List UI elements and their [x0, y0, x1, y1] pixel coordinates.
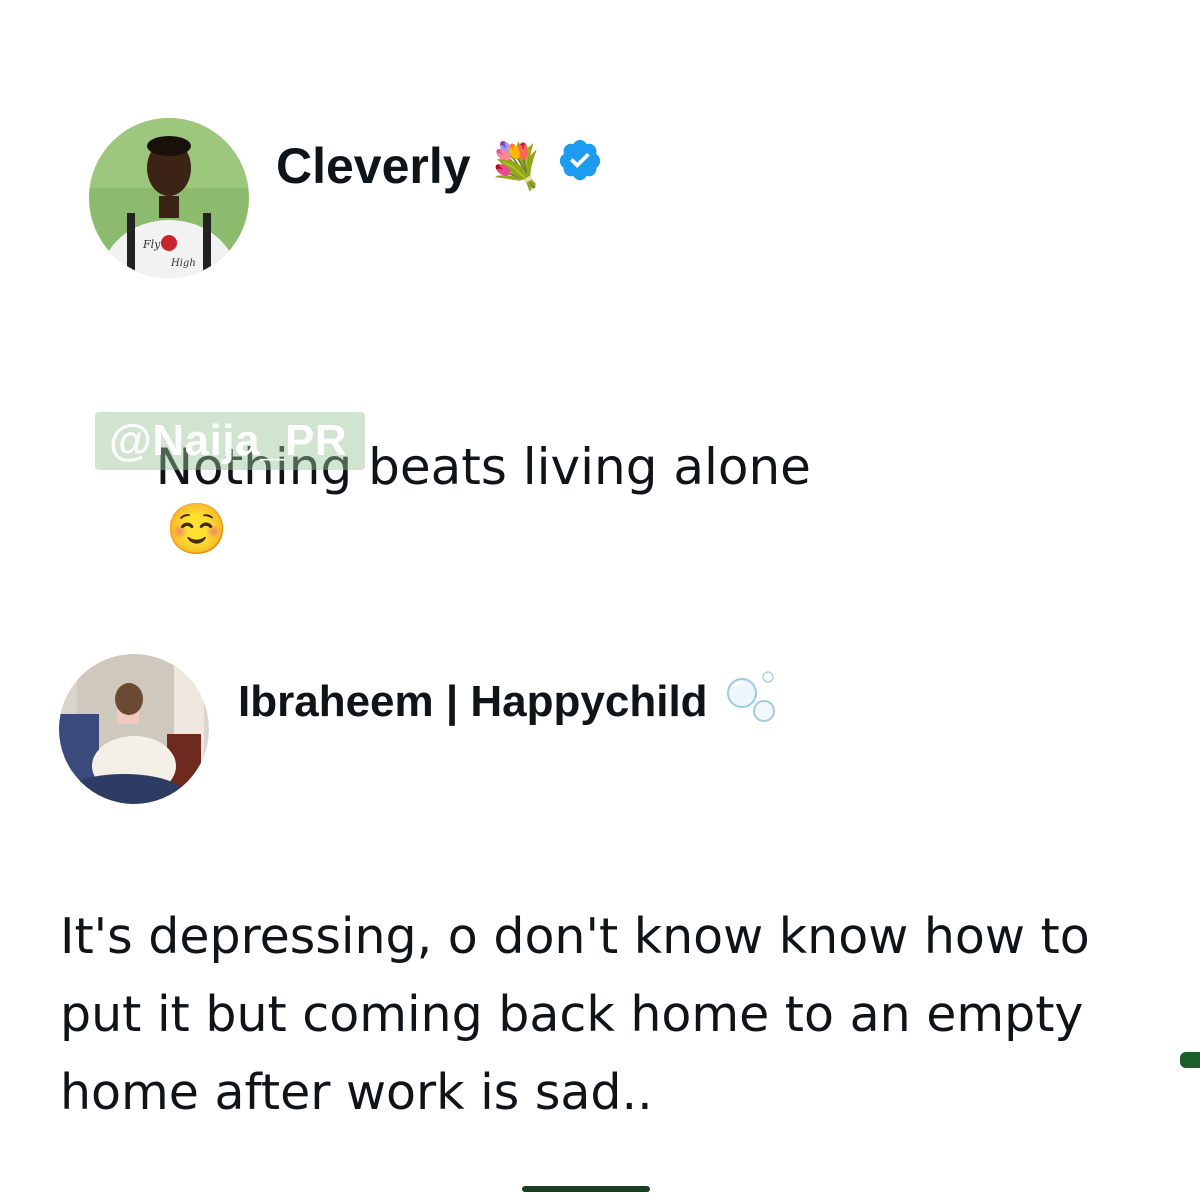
tweet-card-cleverly: Fly High Cleverly 💐 Nothing beats living…: [0, 0, 1200, 558]
watermark-label: @Naija_PR: [95, 412, 365, 470]
author-name-row: Ibraheem | Happychild: [238, 670, 786, 730]
edge-handle: [1180, 1052, 1200, 1068]
relieved-smile-emoji-icon: ☺️: [165, 500, 228, 558]
tweet-card-ibraheem: Ibraheem | Happychild It's depressing, o…: [0, 620, 1200, 1140]
home-indicator[interactable]: [522, 1186, 650, 1192]
svg-text:High: High: [170, 258, 196, 269]
bubbles-emoji-icon: [726, 669, 786, 736]
bouquet-emoji-icon: 💐: [488, 141, 544, 192]
author-name[interactable]: Cleverly: [276, 137, 471, 195]
author-name-row: Cleverly 💐: [276, 136, 603, 196]
verified-badge-icon: [557, 137, 603, 195]
author-name[interactable]: Ibraheem | Happychild: [238, 677, 708, 727]
author-avatar[interactable]: Fly High: [89, 118, 249, 278]
svg-text:Fly: Fly: [142, 238, 161, 251]
avatar-photo: [59, 654, 209, 804]
tweet-text: It's depressing, o don't know know how t…: [60, 908, 1090, 1121]
avatar-photo: Fly High: [89, 118, 249, 278]
author-avatar[interactable]: [59, 654, 209, 804]
